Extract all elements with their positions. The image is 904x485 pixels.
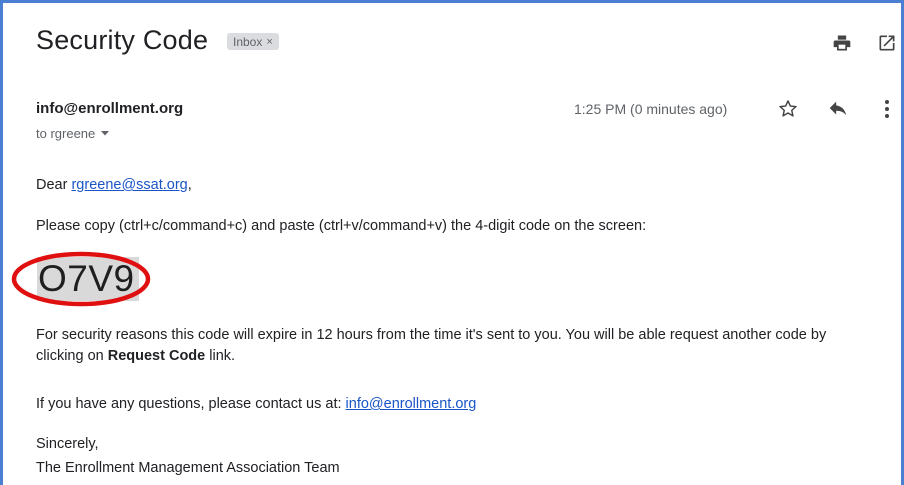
print-icon[interactable] xyxy=(829,30,855,56)
questions-line: If you have any questions, please contac… xyxy=(36,394,476,415)
signature-text: The Enrollment Management Association Te… xyxy=(36,460,340,476)
inbox-label-chip[interactable]: Inbox × xyxy=(227,33,279,50)
security-notice: For security reasons this code will expi… xyxy=(36,325,876,367)
label-text: Inbox xyxy=(233,34,263,49)
reply-icon[interactable] xyxy=(825,96,851,122)
greeting-line: Dear rgreene@ssat.org, xyxy=(36,175,192,196)
recipient-email-link[interactable]: rgreene@ssat.org xyxy=(71,177,187,193)
questions-text: If you have any questions, please contac… xyxy=(36,396,342,412)
close-icon[interactable]: × xyxy=(266,36,272,48)
sender-address: info@enrollment.org xyxy=(36,100,184,117)
closing-text: Sincerely, xyxy=(36,436,99,452)
email-subject: Security Code xyxy=(36,25,209,55)
email-frame: Security Code Inbox × info@enrollment.or… xyxy=(0,0,904,485)
recipient-text: to rgreene xyxy=(36,126,96,141)
email-timestamp: 1:25 PM (0 minutes ago) xyxy=(574,101,728,117)
security-suffix: link. xyxy=(209,348,236,364)
more-vertical-icon[interactable] xyxy=(877,96,897,122)
greeting-prefix: Dear xyxy=(36,177,68,193)
star-icon[interactable] xyxy=(775,96,801,122)
caret-down-icon[interactable] xyxy=(100,126,110,141)
highlight-circle xyxy=(11,251,151,307)
open-in-new-window-icon[interactable] xyxy=(874,30,900,56)
greeting-suffix: , xyxy=(187,177,192,193)
recipient-line[interactable]: to rgreene xyxy=(36,126,110,141)
instructions-text: Please copy (ctrl+c/command+c) and paste… xyxy=(36,218,647,234)
request-code-bold: Request Code xyxy=(107,348,206,364)
contact-email-link[interactable]: info@enrollment.org xyxy=(346,396,477,412)
